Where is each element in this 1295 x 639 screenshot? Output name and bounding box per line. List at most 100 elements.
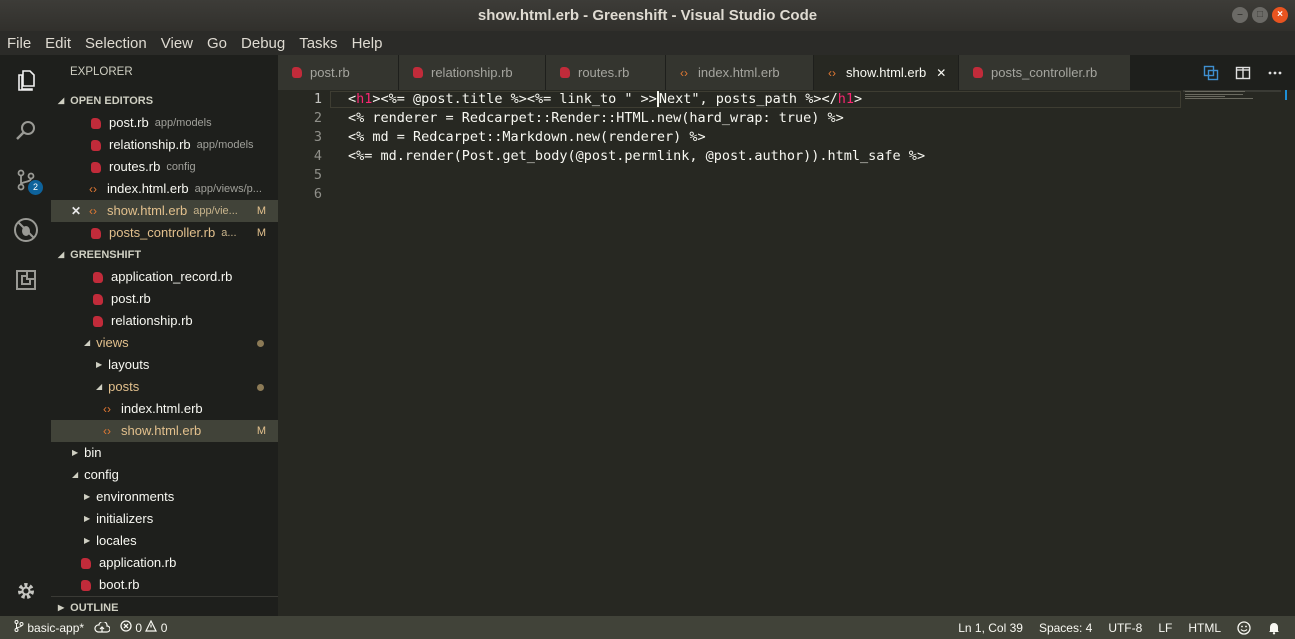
open-changes-icon[interactable] bbox=[1203, 65, 1219, 81]
eol-status[interactable]: LF bbox=[1158, 621, 1172, 635]
ruby-file-icon bbox=[413, 67, 423, 78]
files-icon bbox=[17, 70, 35, 91]
tree-item[interactable]: ‹› index.html.erb bbox=[51, 398, 278, 420]
tab-post-rb[interactable]: post.rb bbox=[278, 55, 399, 90]
menu-view[interactable]: View bbox=[154, 31, 200, 55]
minimap[interactable] bbox=[1183, 90, 1281, 102]
menu-help[interactable]: Help bbox=[345, 31, 390, 55]
html-file-icon: ‹› bbox=[103, 402, 111, 416]
code-line: 6 bbox=[278, 185, 1278, 204]
menu-edit[interactable]: Edit bbox=[38, 31, 78, 55]
branch-icon bbox=[14, 620, 24, 632]
close-editor-icon[interactable]: ✕ bbox=[71, 200, 81, 222]
html-file-icon: ‹› bbox=[828, 65, 836, 80]
maximize-button[interactable]: □ bbox=[1252, 7, 1268, 23]
explorer-activity[interactable] bbox=[0, 55, 51, 105]
tree-folder[interactable]: ▶ environments bbox=[51, 486, 278, 508]
split-editor-icon[interactable] bbox=[1235, 65, 1251, 81]
error-icon bbox=[120, 620, 132, 632]
chevron-down-icon: ◢ bbox=[58, 96, 65, 105]
problems-status[interactable]: 0 0 bbox=[120, 619, 167, 635]
ruby-file-icon bbox=[93, 293, 103, 305]
open-editor-item[interactable]: ‹› index.html.erb app/views/p... bbox=[51, 178, 278, 200]
tree-item[interactable]: post.rb bbox=[51, 288, 278, 310]
menu-bar: File Edit Selection View Go Debug Tasks … bbox=[0, 31, 1295, 55]
vertical-scrollbar[interactable] bbox=[1281, 90, 1295, 616]
editor-actions bbox=[1203, 55, 1295, 90]
sync-icon[interactable] bbox=[94, 621, 111, 634]
tree-item[interactable]: application_record.rb bbox=[51, 266, 278, 288]
branch-status[interactable]: basic-app* bbox=[14, 620, 84, 635]
tab-show-html-erb[interactable]: ‹› show.html.erb ✕ bbox=[814, 55, 959, 90]
indentation-status[interactable]: Spaces: 4 bbox=[1039, 621, 1092, 635]
tab-index-html-erb[interactable]: ‹› index.html.erb bbox=[666, 55, 814, 90]
chevron-down-icon: ◢ bbox=[72, 470, 79, 479]
chevron-right-icon: ▶ bbox=[84, 492, 91, 501]
code-line: 5 bbox=[278, 166, 1278, 185]
debug-activity[interactable] bbox=[0, 205, 51, 255]
encoding-status[interactable]: UTF-8 bbox=[1108, 621, 1142, 635]
status-bar: basic-app* 0 0 Ln 1, Col 39 Spaces: 4 UT… bbox=[0, 616, 1295, 639]
tree-item[interactable]: boot.rb bbox=[51, 574, 278, 596]
more-actions-icon[interactable] bbox=[1267, 65, 1283, 81]
ruby-file-icon bbox=[93, 315, 103, 327]
open-editor-item-active[interactable]: ✕ ‹› show.html.erb app/vie... M bbox=[51, 200, 278, 222]
html-file-icon: ‹› bbox=[89, 204, 97, 218]
tree-item[interactable]: application.rb bbox=[51, 552, 278, 574]
tree-folder[interactable]: ▶ initializers bbox=[51, 508, 278, 530]
close-tab-icon[interactable]: ✕ bbox=[936, 66, 946, 80]
ruby-file-icon bbox=[81, 557, 91, 569]
tree-folder[interactable]: ▶ bin bbox=[51, 442, 278, 464]
chevron-right-icon: ▶ bbox=[72, 448, 79, 457]
code-text: <% md = Redcarpet::Markdown.new(renderer… bbox=[348, 129, 706, 145]
modified-badge: M bbox=[256, 425, 266, 437]
language-mode[interactable]: HTML bbox=[1188, 621, 1221, 635]
open-editor-item[interactable]: post.rb app/models bbox=[51, 112, 278, 134]
tree-folder[interactable]: ▶ locales bbox=[51, 530, 278, 552]
cursor-position[interactable]: Ln 1, Col 39 bbox=[958, 621, 1023, 635]
modified-dot bbox=[257, 339, 264, 347]
source-control-activity[interactable] bbox=[0, 155, 51, 205]
menu-file[interactable]: File bbox=[0, 31, 38, 55]
menu-go[interactable]: Go bbox=[200, 31, 234, 55]
extensions-activity[interactable] bbox=[0, 255, 51, 305]
chevron-right-icon: ▶ bbox=[84, 514, 91, 523]
notifications-bell-icon[interactable] bbox=[1267, 621, 1281, 635]
tab-posts-controller-rb[interactable]: posts_controller.rb bbox=[959, 55, 1131, 90]
tab-routes-rb[interactable]: routes.rb bbox=[546, 55, 666, 90]
close-window-button[interactable]: × bbox=[1272, 7, 1288, 23]
line-number: 3 bbox=[313, 129, 322, 145]
tree-item[interactable]: relationship.rb bbox=[51, 310, 278, 332]
tab-relationship-rb[interactable]: relationship.rb bbox=[399, 55, 546, 90]
tree-item-selected[interactable]: ‹› show.html.erb M bbox=[51, 420, 278, 442]
open-editors-header[interactable]: ◢ OPEN EDITORS bbox=[51, 90, 278, 112]
search-icon bbox=[15, 121, 35, 140]
code-text: <%= md.render(Post.get_body(@post.permli… bbox=[348, 148, 926, 164]
search-activity[interactable] bbox=[0, 105, 51, 155]
manage-activity[interactable] bbox=[0, 566, 51, 616]
code-line: 2 <% renderer = Redcarpet::Render::HTML.… bbox=[278, 109, 1278, 128]
chevron-down-icon: ◢ bbox=[96, 382, 103, 391]
tree-folder[interactable]: ◢ posts bbox=[51, 376, 278, 398]
tree-folder[interactable]: ◢ views bbox=[51, 332, 278, 354]
project-header[interactable]: ◢ GREENSHIFT bbox=[51, 244, 278, 266]
ruby-file-icon bbox=[93, 271, 103, 283]
open-editor-item[interactable]: relationship.rb app/models bbox=[51, 134, 278, 156]
tree-folder[interactable]: ▶ layouts bbox=[51, 354, 278, 376]
menu-debug[interactable]: Debug bbox=[234, 31, 292, 55]
line-number: 1 bbox=[313, 91, 322, 107]
title-bar: show.html.erb - Greenshift - Visual Stud… bbox=[0, 0, 1295, 31]
feedback-smiley-icon[interactable] bbox=[1237, 620, 1251, 635]
line-number: 5 bbox=[313, 167, 322, 183]
modified-badge: M bbox=[256, 227, 266, 239]
chevron-down-icon: ◢ bbox=[58, 250, 65, 259]
tree-folder[interactable]: ◢ config bbox=[51, 464, 278, 486]
menu-selection[interactable]: Selection bbox=[78, 31, 154, 55]
minimize-button[interactable]: – bbox=[1232, 7, 1248, 23]
extensions-icon bbox=[15, 270, 36, 290]
code-text: <% renderer = Redcarpet::Render::HTML.ne… bbox=[348, 110, 844, 126]
code-editor[interactable]: 1 <h1><%= @post.title %><%= link_to " >>… bbox=[278, 90, 1295, 616]
menu-tasks[interactable]: Tasks bbox=[292, 31, 344, 55]
open-editor-item[interactable]: posts_controller.rb a... M bbox=[51, 222, 278, 244]
open-editor-item[interactable]: routes.rb config bbox=[51, 156, 278, 178]
